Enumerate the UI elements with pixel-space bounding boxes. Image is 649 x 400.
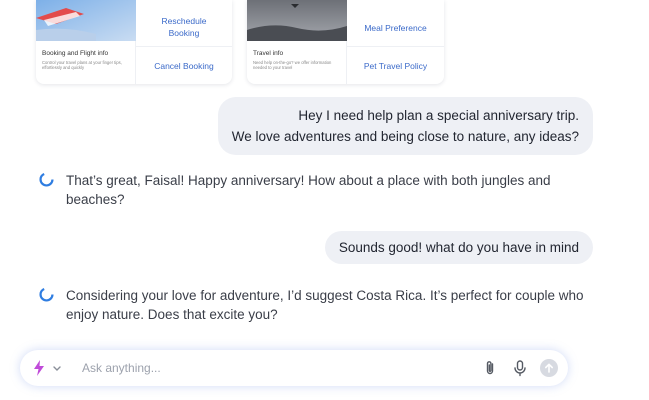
assistant-logo-icon <box>39 287 54 302</box>
divider <box>136 46 232 47</box>
chevron-down-icon <box>53 366 61 371</box>
send-arrow-icon <box>545 363 553 373</box>
assistant-text: That’s great, Faisal! Happy anniversary!… <box>66 173 551 207</box>
card-description: Control your travel plans at your finger… <box>42 60 122 70</box>
airplane-image <box>36 0 136 41</box>
send-button[interactable] <box>540 359 558 377</box>
travel-info-card-info[interactable]: Travel info Need help on-the-go? we offe… <box>247 0 347 84</box>
paperclip-icon[interactable] <box>481 359 499 377</box>
booking-card-links: Reschedule Booking Cancel Booking <box>136 0 232 84</box>
travel-info-card: Travel info Need help on-the-go? we offe… <box>247 0 444 84</box>
microphone-icon[interactable] <box>511 359 529 377</box>
message-line: Hey I need help plan a special anniversa… <box>298 108 579 123</box>
message-line: We love adventures and being close to na… <box>231 129 579 144</box>
assistant-message: That’s great, Faisal! Happy anniversary!… <box>38 171 599 211</box>
user-message: Sounds good! what do you have in mind <box>324 231 593 264</box>
card-title: Booking and Flight info <box>42 50 109 57</box>
model-selector-button[interactable] <box>32 360 66 376</box>
pet-travel-policy-link[interactable]: Pet Travel Policy <box>347 60 444 72</box>
assistant-message: Considering your love for adventure, I’d… <box>38 286 599 326</box>
travel-info-card-links: Meal Preference Pet Travel Policy <box>347 0 444 84</box>
booking-card: Booking and Flight info Control your tra… <box>36 0 232 84</box>
reschedule-booking-link[interactable]: Reschedule Booking <box>136 15 232 39</box>
sparkle-icon <box>34 360 44 376</box>
card-title: Travel info <box>253 50 284 57</box>
divider <box>347 46 444 47</box>
travel-image <box>247 0 347 41</box>
assistant-logo-icon <box>39 172 54 187</box>
meal-preference-link[interactable]: Meal Preference <box>347 22 444 34</box>
cancel-booking-link[interactable]: Cancel Booking <box>136 60 232 72</box>
user-message: Hey I need help plan a special anniversa… <box>217 97 593 155</box>
card-description: Need help on-the-go? we offer informatio… <box>253 60 332 70</box>
message-line: Sounds good! what do you have in mind <box>338 240 579 255</box>
booking-card-info[interactable]: Booking and Flight info Control your tra… <box>36 0 136 84</box>
suggestion-cards: Booking and Flight info Control your tra… <box>36 0 446 88</box>
chat-input[interactable] <box>82 358 462 378</box>
assistant-text: Considering your love for adventure, I’d… <box>66 288 584 322</box>
chat-input-bar <box>20 350 568 386</box>
